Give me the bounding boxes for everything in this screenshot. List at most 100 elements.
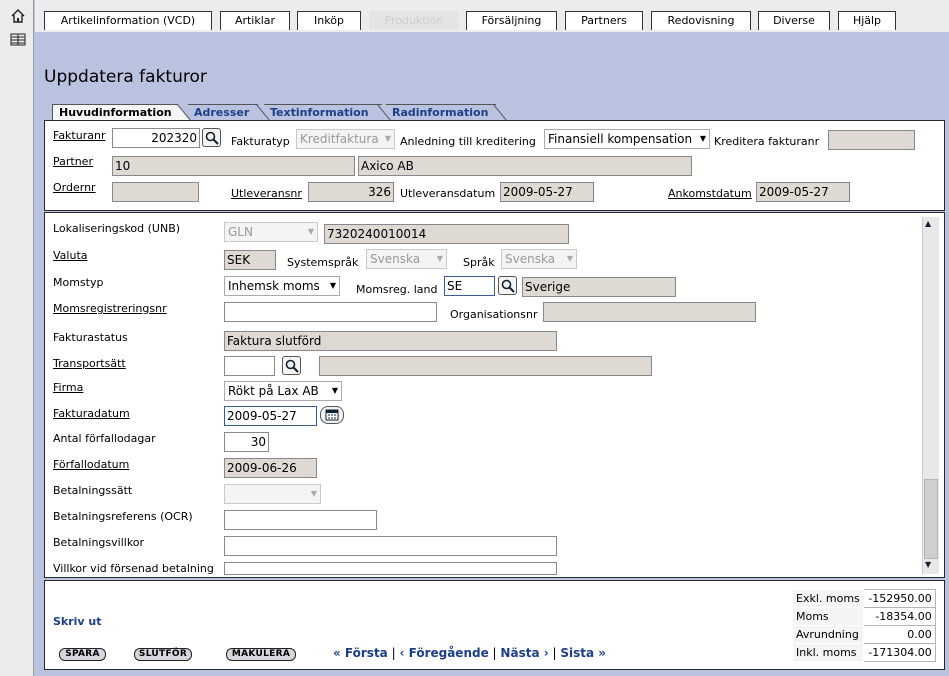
villkor-field[interactable] (224, 536, 557, 556)
scroll-up-icon[interactable]: ▲ (925, 219, 931, 228)
systemsprak-label: Systemspråk (287, 256, 359, 269)
fakturatyp-value: Kreditfaktura (300, 132, 379, 146)
utleveransnr-label: Utleveransnr (231, 187, 302, 200)
momstyp-select[interactable]: Inhemsk moms ▼ (224, 276, 340, 296)
momstyp-value: Inhemsk moms (228, 279, 320, 293)
fakturastatus-label: Fakturastatus (53, 331, 128, 344)
totals-label: Avrundning (792, 625, 864, 644)
totals-label: Inkl. moms (792, 643, 864, 662)
valuta-field: SEK (224, 250, 276, 270)
pager-next[interactable]: Nästa › (500, 646, 548, 660)
magnifier-icon[interactable] (202, 128, 221, 147)
utleveransdatum-label: Utleveransdatum (400, 187, 496, 200)
forfallodatum-label: Förfallodatum (53, 458, 130, 471)
forsenad-label: Villkor vid försenad betalning (53, 562, 214, 575)
scrollbar-thumb[interactable] (924, 479, 938, 559)
nav-diverse[interactable]: Diverse (758, 11, 830, 30)
chevron-down-icon: ▼ (307, 227, 314, 236)
momsreg-land-name: Sverige (522, 277, 676, 297)
lokalisering-code-field: 7320240010014 (324, 224, 569, 244)
totals-row: Exkl. moms -152950.00 (792, 589, 936, 608)
fakturastatus-field: Faktura slutförd (224, 331, 557, 351)
chevron-down-icon: ▼ (384, 134, 391, 143)
betalningssatt-select: ▼ (224, 484, 321, 504)
firma-select[interactable]: Rökt på Lax AB ▼ (224, 381, 342, 401)
nav-artiklar[interactable]: Artiklar (220, 11, 290, 30)
totals-value: -152950.00 (862, 589, 936, 608)
nav-artikelinformation[interactable]: Artikelinformation (VCD) (44, 11, 212, 30)
momsreg-land-label: Momsreg. land (356, 283, 438, 296)
momstyp-label: Momstyp (53, 276, 104, 289)
anledning-label: Anledning till kreditering (400, 135, 536, 148)
totals-row: Inkl. moms -171304.00 (792, 643, 936, 662)
tab-radinformation[interactable]: Radinformation (386, 104, 496, 121)
calendar-icon[interactable] (320, 406, 344, 424)
nav-partners[interactable]: Partners (565, 11, 643, 30)
betalningssatt-label: Betalningssätt (53, 484, 133, 497)
sprak-select: Svenska ▼ (501, 249, 577, 269)
partner-name-field: Axico AB (358, 156, 692, 176)
kreditera-label: Kreditera fakturanr (714, 135, 820, 148)
nav-hjalp[interactable]: Hjälp (838, 11, 896, 30)
scrollbar[interactable]: ▲ ▼ (922, 217, 939, 574)
transportsatt-field[interactable] (224, 356, 275, 376)
firma-value: Rökt på Lax AB (228, 384, 319, 398)
ocr-field[interactable] (224, 510, 377, 530)
nav-forsaljning[interactable]: Försäljning (466, 11, 557, 30)
chevron-down-icon: ▼ (331, 386, 338, 395)
pager-separator: | (492, 646, 497, 660)
ocr-label: Betalningsreferens (OCR) (53, 510, 193, 523)
firma-label: Firma (53, 381, 84, 394)
fakturatyp-label: Fakturatyp (231, 135, 290, 148)
totals-value: 0.00 (862, 625, 936, 644)
tab-adresser[interactable]: Adresser (188, 104, 258, 121)
totals-row: Moms -18354.00 (792, 607, 936, 626)
complete-button[interactable]: SLUTFÖR (134, 648, 192, 661)
totals-label: Moms (792, 607, 864, 626)
valuta-label: Valuta (53, 249, 88, 262)
momsregnr-field[interactable] (224, 302, 437, 322)
pager-prev[interactable]: ‹ Föregående (399, 646, 488, 660)
void-button[interactable]: MAKULERA (226, 648, 296, 661)
home-icon[interactable] (10, 8, 26, 24)
ankomstdatum-label: Ankomstdatum (668, 187, 752, 200)
ordernr-label: Ordernr (53, 181, 96, 194)
chevron-down-icon: ▼ (566, 254, 573, 263)
forsenad-field[interactable] (224, 562, 557, 575)
pager-last[interactable]: Sista » (560, 646, 606, 660)
pager-separator: | (552, 646, 557, 660)
chevron-down-icon: ▼ (436, 254, 443, 263)
print-link[interactable]: Skriv ut (53, 615, 102, 628)
page-title: Uppdatera fakturor (44, 67, 207, 87)
chevron-down-icon: ▼ (310, 489, 317, 498)
forfallodagar-field[interactable]: 30 (224, 432, 269, 452)
ankomstdatum-field: 2009-05-27 (756, 182, 850, 202)
fakturadatum-field[interactable]: 2009-05-27 (224, 406, 317, 426)
tab-huvudinformation[interactable]: Huvudinformation (52, 104, 178, 121)
momsreg-land-field[interactable]: SE (444, 276, 495, 296)
lokalisering-label: Lokaliseringskod (UNB) (53, 222, 181, 235)
sprak-label: Språk (463, 256, 495, 269)
momsregnr-label: Momsregistreringsnr (53, 302, 167, 315)
save-button[interactable]: SPARA (59, 648, 106, 661)
nav-redovisning[interactable]: Redovisning (651, 11, 751, 30)
magnifier-icon[interactable] (498, 276, 517, 295)
orgnr-label: Organisationsnr (450, 308, 538, 321)
menu-icon[interactable] (10, 31, 26, 47)
left-toolbar (0, 0, 34, 676)
nav-produktion: Produktion (369, 11, 459, 30)
partner-id-field: 10 (112, 156, 355, 176)
tab-edge (493, 104, 507, 121)
lokalisering-type-select: GLN ▼ (224, 222, 318, 242)
tab-textinformation[interactable]: Textinformation (264, 104, 382, 121)
magnifier-icon[interactable] (282, 356, 301, 375)
anledning-select[interactable]: Finansiell kompensation ▼ (544, 129, 710, 149)
anledning-value: Finansiell kompensation (548, 132, 693, 146)
scroll-down-icon[interactable]: ▼ (925, 560, 931, 569)
pager-first[interactable]: « Första (333, 646, 388, 660)
nav-inkop[interactable]: Inköp (297, 11, 361, 30)
fakturanr-field[interactable]: 202320 (112, 128, 200, 148)
systemsprak-value: Svenska (370, 252, 421, 266)
transportsatt-label: Transportsätt (53, 357, 126, 370)
ordernr-field (112, 182, 199, 202)
